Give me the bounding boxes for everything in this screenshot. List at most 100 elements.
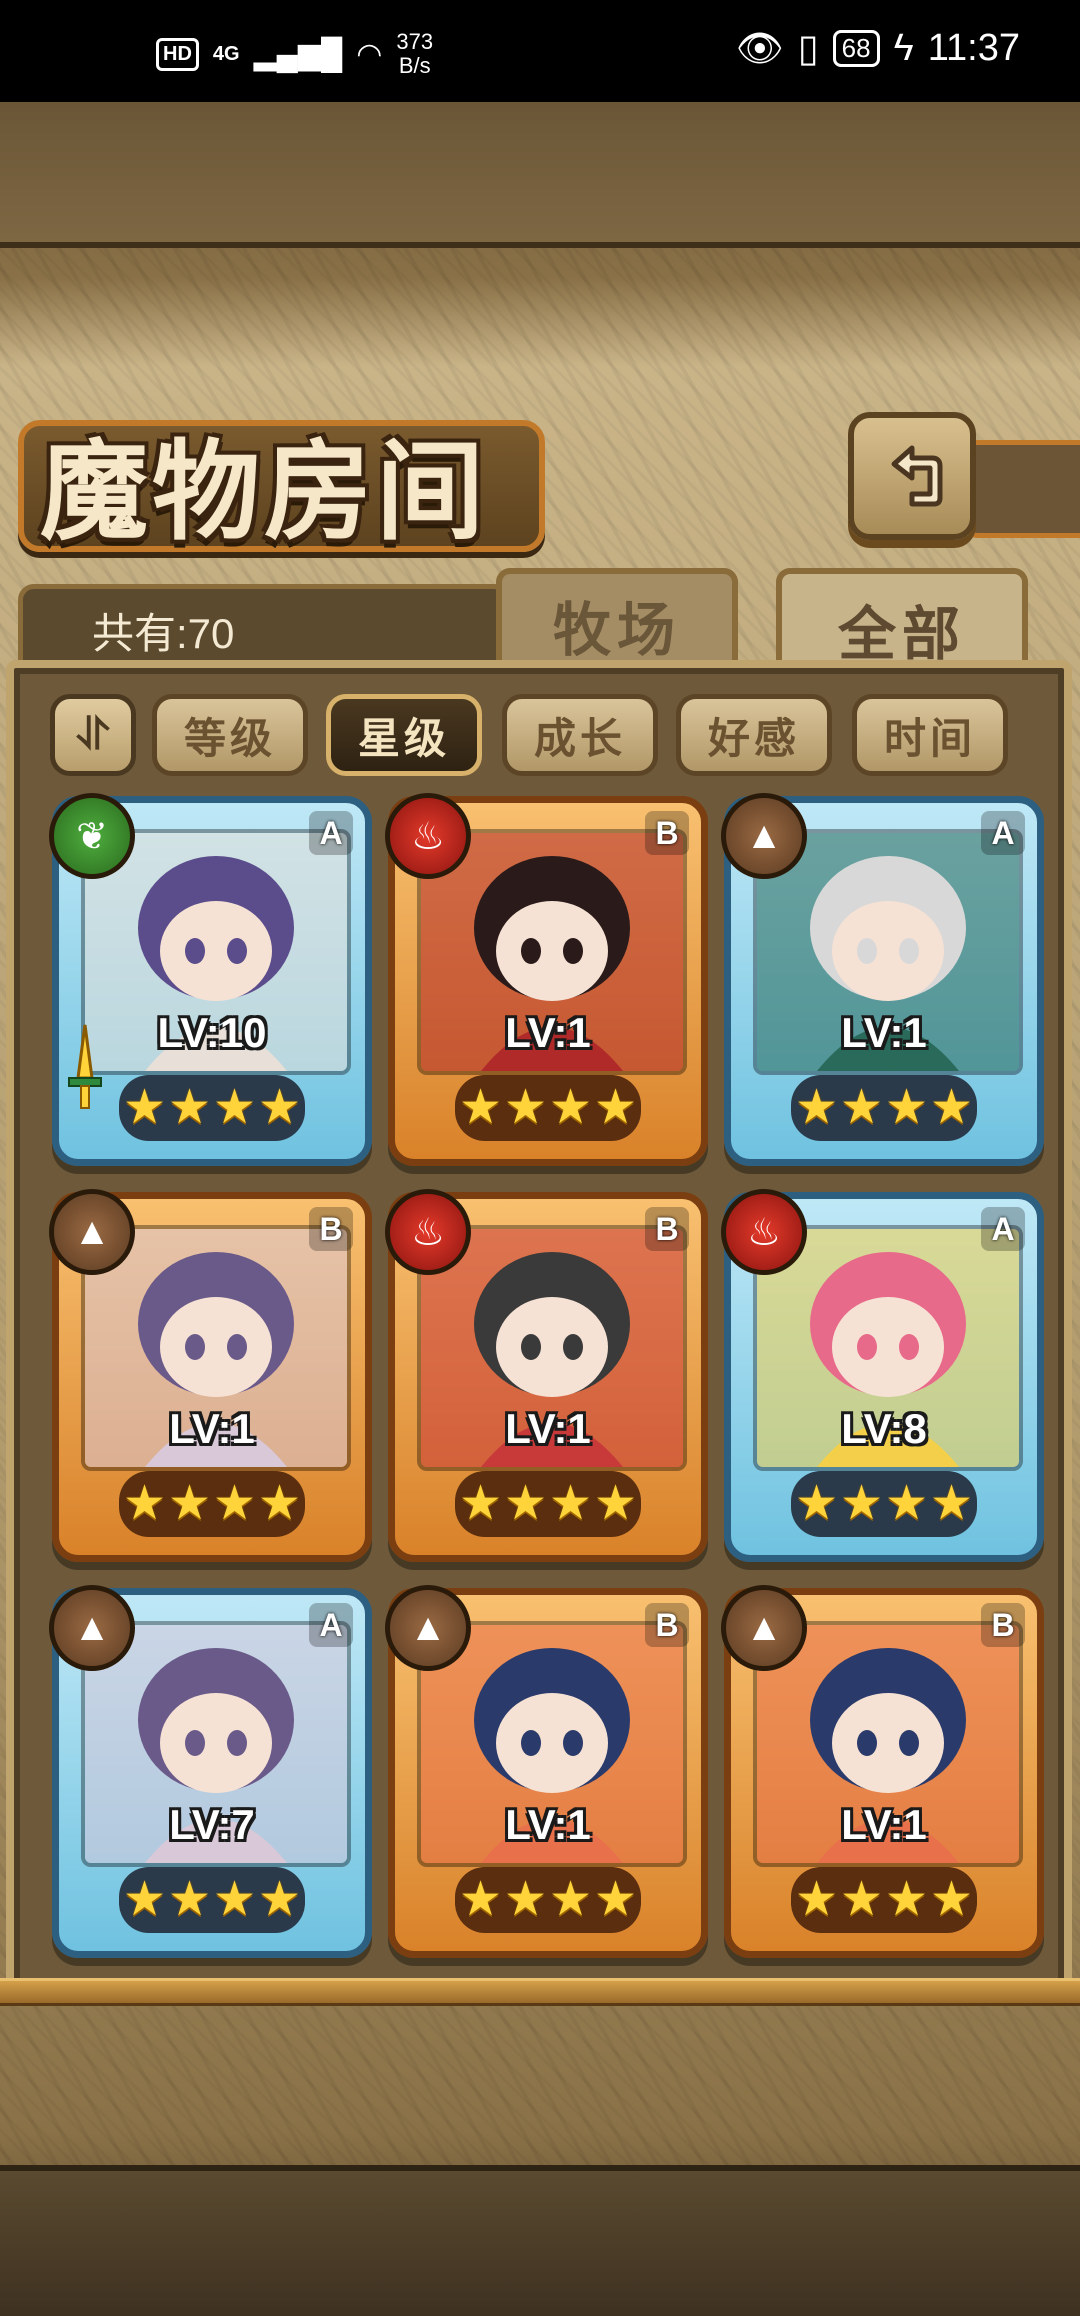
star-icon: ★ bbox=[549, 1873, 593, 1926]
star-icon: ★ bbox=[794, 1081, 838, 1134]
monster-card[interactable]: B LV:1 ★ ★ ★ ★ ♨ bbox=[385, 793, 708, 1166]
panel-bottom-rail bbox=[0, 1978, 1080, 2006]
filter-time-button[interactable]: 时间 bbox=[852, 694, 1008, 776]
top-map-strip bbox=[0, 102, 1080, 248]
clock: 11:37 bbox=[927, 27, 1020, 69]
filter-affection-button[interactable]: 好感 bbox=[676, 694, 832, 776]
star-rating: ★ ★ ★ ★ bbox=[119, 1471, 305, 1537]
monster-card[interactable]: B LV:1 ★ ★ ★ ★ ♨ bbox=[385, 1189, 708, 1562]
star-rating: ★ ★ ★ ★ bbox=[791, 1075, 977, 1141]
star-rating: ★ ★ ★ ★ bbox=[791, 1471, 977, 1537]
battery-level: 68 bbox=[832, 30, 880, 67]
earth-element-icon: ▲ bbox=[721, 1585, 807, 1671]
sort-order-toggle[interactable]: ⥯ bbox=[50, 694, 136, 776]
star-icon: ★ bbox=[122, 1873, 166, 1926]
monster-card[interactable]: A LV:7 ★ ★ ★ ★ ▲ bbox=[49, 1585, 372, 1958]
nature-element-icon: ❦ bbox=[49, 793, 135, 879]
filter-stars-button[interactable]: 星级 bbox=[326, 694, 482, 776]
rank-badge: B bbox=[309, 1207, 353, 1251]
rank-badge: A bbox=[981, 1207, 1025, 1251]
earth-element-icon: ▲ bbox=[721, 793, 807, 879]
star-icon: ★ bbox=[549, 1477, 593, 1530]
sort-order-icon: ⥯ bbox=[76, 710, 110, 759]
star-icon: ★ bbox=[167, 1081, 211, 1134]
star-icon: ★ bbox=[167, 1873, 211, 1926]
star-icon: ★ bbox=[213, 1477, 257, 1530]
eye-icon: 👁 bbox=[735, 27, 784, 70]
star-icon: ★ bbox=[458, 1873, 502, 1926]
star-icon: ★ bbox=[930, 1477, 974, 1530]
fire-element-icon: ♨ bbox=[385, 793, 471, 879]
star-icon: ★ bbox=[885, 1477, 929, 1530]
rank-badge: A bbox=[309, 811, 353, 855]
monster-level: LV:1 bbox=[505, 1801, 591, 1848]
hd-icon: HD bbox=[156, 37, 199, 71]
monster-card[interactable]: B LV:1 ★ ★ ★ ★ ▲ bbox=[49, 1189, 372, 1562]
star-icon: ★ bbox=[794, 1477, 838, 1530]
star-icon: ★ bbox=[258, 1873, 302, 1926]
equipped-weapon-icon bbox=[65, 1023, 105, 1113]
star-icon: ★ bbox=[839, 1477, 883, 1530]
rank-badge: A bbox=[981, 811, 1025, 855]
star-icon: ★ bbox=[930, 1873, 974, 1926]
status-bar: HD 4G ▂▄▆█ ◠ 373 B/s 👁 ▯ 68 ϟ 11:37 bbox=[0, 0, 1080, 102]
fire-element-icon: ♨ bbox=[385, 1189, 471, 1275]
bottom-map-strip bbox=[0, 2165, 1080, 2316]
star-icon: ★ bbox=[122, 1081, 166, 1134]
star-icon: ★ bbox=[167, 1477, 211, 1530]
earth-element-icon: ▲ bbox=[49, 1585, 135, 1671]
monster-card[interactable]: B LV:1 ★ ★ ★ ★ ▲ bbox=[721, 1585, 1044, 1958]
star-rating: ★ ★ ★ ★ bbox=[791, 1867, 977, 1933]
monster-level: LV:1 bbox=[505, 1009, 591, 1056]
monster-card[interactable]: A LV:1 ★ ★ ★ ★ ▲ bbox=[721, 793, 1044, 1166]
star-icon: ★ bbox=[503, 1873, 547, 1926]
star-icon: ★ bbox=[885, 1873, 929, 1926]
monster-card[interactable]: A LV:8 ★ ★ ★ ★ ♨ bbox=[721, 1189, 1044, 1562]
star-icon: ★ bbox=[594, 1477, 638, 1530]
monster-level: LV:7 bbox=[169, 1801, 255, 1848]
signal-icon: ▂▄▆█ bbox=[253, 37, 343, 71]
filter-growth-button[interactable]: 成长 bbox=[502, 694, 658, 776]
speed-value: 373 bbox=[396, 29, 434, 54]
star-rating: ★ ★ ★ ★ bbox=[455, 1471, 641, 1537]
monster-level: LV:1 bbox=[169, 1405, 255, 1452]
speed-unit: B/s bbox=[398, 53, 431, 78]
star-rating: ★ ★ ★ ★ bbox=[455, 1075, 641, 1141]
star-rating: ★ ★ ★ ★ bbox=[455, 1867, 641, 1933]
monster-level: LV:1 bbox=[841, 1009, 927, 1056]
star-icon: ★ bbox=[839, 1873, 883, 1926]
earth-element-icon: ▲ bbox=[385, 1585, 471, 1671]
rank-badge: B bbox=[645, 811, 689, 855]
star-icon: ★ bbox=[594, 1081, 638, 1134]
rank-badge: B bbox=[645, 1207, 689, 1251]
network-speed: 373 B/s bbox=[396, 30, 433, 78]
charging-icon: ϟ bbox=[893, 27, 914, 69]
star-icon: ★ bbox=[794, 1873, 838, 1926]
star-icon: ★ bbox=[213, 1873, 257, 1926]
page-title: 魔物房间 bbox=[40, 430, 489, 555]
star-icon: ★ bbox=[213, 1081, 257, 1134]
monster-card[interactable]: A LV:10 ★ ★ ★ ★ ❦ bbox=[49, 793, 372, 1166]
earth-element-icon: ▲ bbox=[49, 1189, 135, 1275]
star-icon: ★ bbox=[258, 1477, 302, 1530]
star-icon: ★ bbox=[885, 1081, 929, 1134]
star-icon: ★ bbox=[594, 1873, 638, 1926]
star-icon: ★ bbox=[549, 1081, 593, 1134]
star-icon: ★ bbox=[930, 1081, 974, 1134]
monster-level: LV:1 bbox=[505, 1405, 591, 1452]
rank-badge: A bbox=[309, 1603, 353, 1647]
rank-badge: B bbox=[645, 1603, 689, 1647]
monster-card[interactable]: B LV:1 ★ ★ ★ ★ ▲ bbox=[385, 1585, 708, 1958]
back-button[interactable] bbox=[848, 412, 976, 540]
star-icon: ★ bbox=[503, 1477, 547, 1530]
rank-badge: B bbox=[981, 1603, 1025, 1647]
star-icon: ★ bbox=[839, 1081, 883, 1134]
monster-count: 共有:70 bbox=[92, 610, 235, 657]
wifi-icon: ◠ bbox=[356, 37, 383, 71]
star-icon: ★ bbox=[122, 1477, 166, 1530]
filter-level-button[interactable]: 等级 bbox=[152, 694, 308, 776]
status-right: 👁 ▯ 68 ϟ 11:37 bbox=[736, 26, 1021, 71]
star-rating: ★ ★ ★ ★ bbox=[119, 1867, 305, 1933]
monster-level: LV:8 bbox=[841, 1405, 927, 1452]
monster-level: LV:1 bbox=[841, 1801, 927, 1848]
